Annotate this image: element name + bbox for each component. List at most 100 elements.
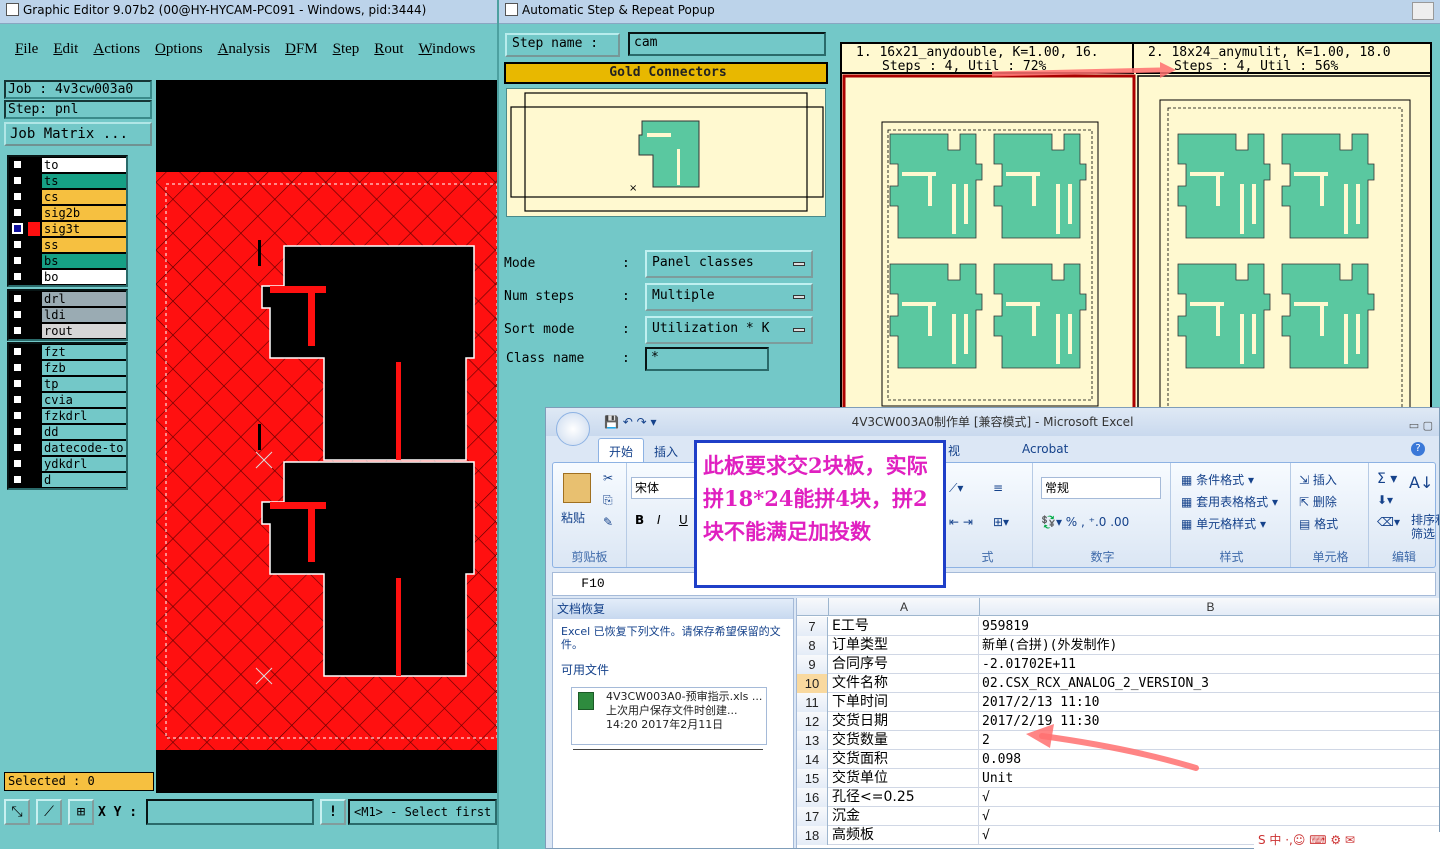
- cell-b[interactable]: √: [980, 788, 1439, 807]
- menu-actions[interactable]: Actions: [93, 34, 140, 64]
- layer-checkbox[interactable]: [12, 271, 23, 282]
- layer-row-tp[interactable]: tp: [9, 376, 126, 392]
- copy-icon[interactable]: ⎘: [603, 493, 613, 508]
- layer-checkbox[interactable]: [12, 325, 23, 336]
- sort-filter-label-2[interactable]: 筛选: [1411, 525, 1435, 542]
- layer-checkbox[interactable]: [12, 293, 23, 304]
- zoom-fit-icon[interactable]: ⤡: [4, 799, 30, 825]
- italic-icon[interactable]: I: [657, 513, 661, 527]
- layer-row-to[interactable]: to: [9, 157, 126, 173]
- layer-row-drl[interactable]: drl: [9, 291, 126, 307]
- layer-checkbox[interactable]: [12, 191, 23, 202]
- layer-row-d[interactable]: d: [9, 472, 126, 488]
- cell-a[interactable]: 交货单位: [829, 769, 979, 788]
- font-name-select[interactable]: 宋体: [631, 477, 697, 499]
- xy-input[interactable]: [146, 799, 314, 825]
- layer-checkbox[interactable]: [12, 458, 23, 469]
- row-header[interactable]: 11: [797, 693, 828, 712]
- class-name-input[interactable]: *: [645, 347, 769, 371]
- layer-checkbox[interactable]: [12, 239, 23, 250]
- tab-home[interactable]: 开始: [598, 438, 645, 464]
- menu-analysis[interactable]: Analysis: [218, 34, 271, 64]
- layer-row-cvia[interactable]: cvia: [9, 392, 126, 408]
- layer-name[interactable]: fzkdrl: [42, 408, 126, 423]
- layer-checkbox[interactable]: [12, 410, 23, 421]
- menu-options[interactable]: Options: [155, 34, 203, 64]
- menu-windows[interactable]: Windows: [418, 34, 475, 64]
- layer-row-dd[interactable]: dd: [9, 424, 126, 440]
- alert-icon[interactable]: !: [320, 799, 346, 825]
- cell-b[interactable]: 02.CSX_RCX_ANALOG_2_VERSION_3: [980, 674, 1439, 693]
- layer-row-bs[interactable]: bs: [9, 253, 126, 269]
- layer-name[interactable]: to: [42, 157, 126, 172]
- cell-b[interactable]: √: [980, 807, 1439, 826]
- cell-b[interactable]: 新单(合拼)(外发制作): [980, 636, 1439, 655]
- cell-a[interactable]: E工号: [829, 617, 979, 636]
- measure-icon[interactable]: ⟋: [36, 799, 62, 825]
- layer-name[interactable]: ss: [42, 237, 126, 252]
- menu-edit[interactable]: Edit: [53, 34, 78, 64]
- layer-row-sig2b[interactable]: sig2b: [9, 205, 126, 221]
- num-steps-option[interactable]: Multiple: [645, 283, 813, 311]
- insert-cells-button[interactable]: ⇲ 插入: [1299, 471, 1337, 488]
- paste-icon[interactable]: [563, 473, 591, 503]
- row-header[interactable]: 17: [797, 807, 828, 826]
- currency-icon[interactable]: 💱▾ % , ⁺.0 .00: [1041, 515, 1129, 529]
- ime-toolbar[interactable]: S 中 ·,☺ ⌨ ⚙ ✉: [1254, 832, 1440, 849]
- office-button-icon[interactable]: [556, 412, 590, 446]
- layer-row-ydkdrl[interactable]: ydkdrl: [9, 456, 126, 472]
- layer-row-sig3t[interactable]: sig3t: [9, 221, 126, 237]
- column-header-b[interactable]: B: [980, 598, 1439, 616]
- cell-a[interactable]: 交货数量: [829, 731, 979, 750]
- layer-checkbox[interactable]: [12, 309, 23, 320]
- layer-checkbox[interactable]: [12, 346, 23, 357]
- wrap-text-icon[interactable]: ≡: [993, 481, 1003, 495]
- menu-rout[interactable]: Rout: [374, 34, 403, 64]
- layer-row-bo[interactable]: bo: [9, 269, 126, 285]
- underline-icon[interactable]: U: [679, 513, 688, 527]
- cell-a[interactable]: 高频板: [829, 826, 979, 845]
- bold-icon[interactable]: B: [635, 513, 644, 527]
- row-header[interactable]: 10: [797, 674, 828, 693]
- format-as-table-button[interactable]: ▦ 套用表格格式 ▾: [1181, 493, 1278, 510]
- help-icon[interactable]: ?: [1411, 442, 1425, 456]
- layer-name[interactable]: cvia: [42, 392, 126, 407]
- indent-icon[interactable]: ⇤ ⇥: [949, 515, 973, 529]
- panel-results-view[interactable]: 1. 16x21_anydouble, K=1.00, 16. Steps : …: [840, 42, 1432, 412]
- column-header-a[interactable]: A: [829, 598, 980, 616]
- layer-name[interactable]: ydkdrl: [42, 456, 126, 471]
- orientation-icon[interactable]: ⟋▾: [949, 481, 963, 496]
- layer-name[interactable]: ldi: [42, 307, 126, 322]
- layer-name[interactable]: bs: [42, 253, 126, 268]
- cell-a[interactable]: 交货日期: [829, 712, 979, 731]
- cell-b[interactable]: -2.01702E+11: [980, 655, 1439, 674]
- layer-name[interactable]: tp: [42, 376, 126, 391]
- fill-icon[interactable]: ⬇▾: [1377, 493, 1393, 507]
- layer-name[interactable]: d: [42, 472, 126, 487]
- layer-checkbox[interactable]: [12, 474, 23, 485]
- graphic-canvas[interactable]: [156, 80, 497, 793]
- layer-row-fzkdrl[interactable]: fzkdrl: [9, 408, 126, 424]
- layer-checkbox[interactable]: [12, 255, 23, 266]
- quick-access-icons[interactable]: 💾 ↶ ↷ ▾: [604, 408, 657, 436]
- cell-a[interactable]: 合同序号: [829, 655, 979, 674]
- layer-checkbox[interactable]: [12, 362, 23, 373]
- row-header[interactable]: 16: [797, 788, 828, 807]
- layer-name[interactable]: fzt: [42, 344, 126, 359]
- layer-name[interactable]: cs: [42, 189, 126, 204]
- layer-checkbox[interactable]: [12, 223, 23, 234]
- layer-name[interactable]: sig3t: [42, 221, 126, 236]
- layer-row-fzb[interactable]: fzb: [9, 360, 126, 376]
- layer-checkbox[interactable]: [12, 175, 23, 186]
- cell-styles-button[interactable]: ▦ 单元格样式 ▾: [1181, 515, 1266, 532]
- conditional-format-button[interactable]: ▦ 条件格式 ▾: [1181, 471, 1254, 488]
- row-header[interactable]: 15: [797, 769, 828, 788]
- layer-row-datecode-to[interactable]: datecode-to: [9, 440, 126, 456]
- row-header[interactable]: 12: [797, 712, 828, 731]
- autosum-icon[interactable]: Σ ▾: [1377, 471, 1397, 487]
- cell-a[interactable]: 孔径<=0.25: [829, 788, 979, 807]
- layer-row-ts[interactable]: ts: [9, 173, 126, 189]
- layer-name[interactable]: ts: [42, 173, 126, 188]
- layer-checkbox[interactable]: [12, 442, 23, 453]
- menu-dfm[interactable]: DFM: [285, 34, 318, 64]
